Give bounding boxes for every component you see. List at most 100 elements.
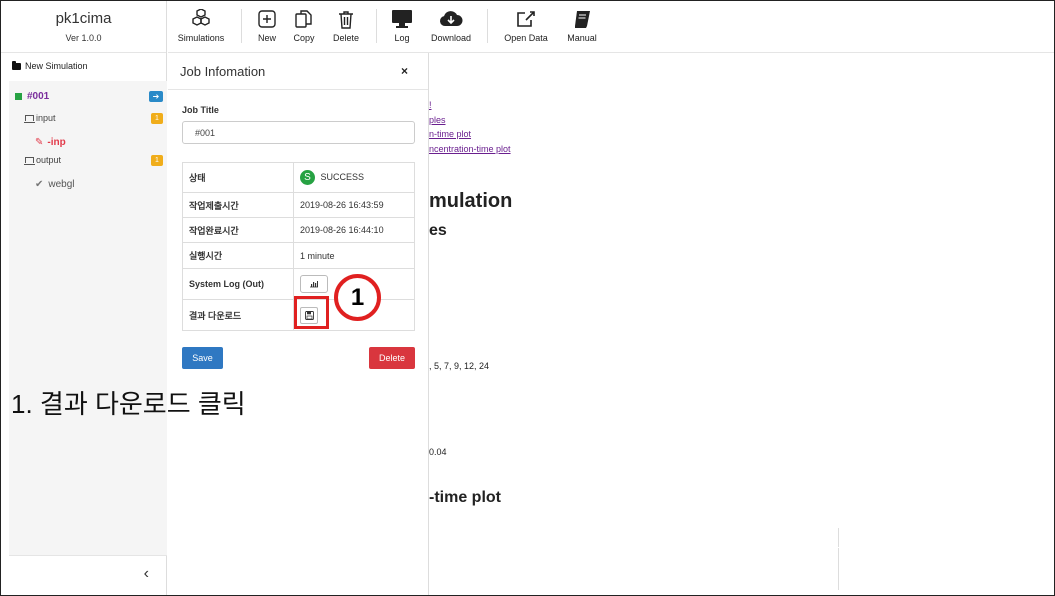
- step-number: 1: [350, 283, 365, 311]
- background-links: ! ples n-time plot ncentration-time plot: [429, 98, 511, 156]
- toolbar: Simulations New Copy Delete Log Download: [168, 1, 1054, 53]
- background-plot-heading: -time plot: [429, 489, 501, 506]
- delete-button[interactable]: Delete: [369, 347, 415, 369]
- grid-line: [610, 528, 611, 590]
- grid-line: [475, 528, 476, 590]
- tree-item-output[interactable]: output 1: [9, 150, 167, 170]
- instruction-text: 1. 결과 다운로드 클릭: [11, 389, 246, 419]
- copy-label: Copy: [293, 33, 315, 43]
- tree-item-input[interactable]: input 1: [9, 108, 167, 128]
- input-file-label: -inp: [47, 136, 66, 148]
- job-info-modal: Job Infomation × Job Title #001 상태 S SUC…: [168, 53, 429, 595]
- output-file-label: webgl: [48, 178, 75, 190]
- cubes-icon: [176, 9, 226, 29]
- toolbar-divider: [241, 9, 242, 43]
- cloud-download-icon: [428, 9, 474, 29]
- tree-item-output-file[interactable]: ✔ webgl: [9, 174, 167, 194]
- grid-line: [745, 528, 746, 590]
- table-row: 실행시간 1 minute: [182, 242, 415, 269]
- copy-button[interactable]: Copy: [288, 9, 320, 43]
- log-label: Log: [394, 33, 410, 43]
- background-link[interactable]: ples: [429, 113, 511, 128]
- job-tree: #001 ➔ input 1 ✎ -inp output 1 ✔ webgl: [9, 81, 167, 555]
- background-heading: mulation: [429, 190, 513, 212]
- table-row: 작업완료시간 2019-08-26 16:44:10: [182, 217, 415, 243]
- background-link[interactable]: ncentration-time plot: [429, 142, 511, 157]
- new-button[interactable]: New: [252, 9, 282, 43]
- system-log-key: System Log (Out): [182, 268, 294, 300]
- output-label: output: [36, 155, 62, 165]
- delete-toolbar-label: Delete: [332, 33, 359, 43]
- complete-time-key: 작업완료시간: [182, 217, 294, 243]
- share-icon: [502, 9, 550, 29]
- arrow-right-icon[interactable]: ➔: [149, 90, 163, 102]
- input-count-badge: 1: [151, 112, 163, 124]
- background-link[interactable]: n-time plot: [429, 127, 511, 142]
- manual-label: Manual: [567, 33, 597, 43]
- laptop-icon: [24, 157, 35, 165]
- save-button[interactable]: Save: [182, 347, 223, 369]
- modal-title: Job Infomation: [180, 63, 266, 79]
- app-title: pk1cima: [55, 10, 112, 27]
- new-label: New: [257, 33, 276, 43]
- sidebar-collapse-button[interactable]: ‹: [9, 555, 167, 591]
- brand: pk1cima Ver 1.0.0: [1, 1, 166, 53]
- download-label: Download: [430, 33, 472, 43]
- bar-chart-icon: [310, 281, 318, 288]
- status-value-cell: S SUCCESS: [293, 162, 415, 193]
- table-row: 작업제출시간 2019-08-26 16:43:59: [182, 192, 415, 218]
- open-data-button[interactable]: Open Data: [502, 9, 550, 43]
- job-label: #001: [27, 90, 50, 102]
- new-simulation-label: New Simulation: [25, 61, 88, 71]
- table-row: 상태 S SUCCESS: [182, 162, 415, 193]
- open-data-label: Open Data: [504, 33, 548, 43]
- job-status-icon: [15, 92, 22, 100]
- grid-line: [565, 528, 566, 590]
- monitor-icon: [388, 9, 416, 29]
- simulations-button[interactable]: Simulations: [176, 9, 226, 43]
- toolbar-divider: [376, 9, 377, 43]
- submit-time-key: 작업제출시간: [182, 192, 294, 218]
- check-icon: ✔: [35, 178, 44, 190]
- plot-area: [429, 528, 839, 590]
- grid-line: [700, 528, 701, 590]
- download-highlight-box: [294, 296, 329, 329]
- new-simulation-button[interactable]: New Simulation: [1, 53, 166, 79]
- trash-icon: [329, 9, 363, 29]
- edit-icon: ✎: [35, 136, 44, 148]
- complete-time-value: 2019-08-26 16:44:10: [293, 217, 415, 243]
- app-version: Ver 1.0.0: [65, 33, 102, 43]
- book-icon: [564, 9, 600, 29]
- background-text: , 5, 7, 9, 12, 24: [429, 361, 490, 371]
- background-text: 0.04: [429, 447, 447, 457]
- run-time-value: 1 minute: [293, 242, 415, 269]
- grid-line: [520, 528, 521, 590]
- success-status-icon: S: [300, 170, 315, 185]
- delete-toolbar-button[interactable]: Delete: [329, 9, 363, 43]
- job-title-input[interactable]: #001: [182, 121, 415, 144]
- step-number-marker: 1: [334, 274, 381, 321]
- download-button[interactable]: Download: [428, 9, 474, 43]
- tree-item-input-file[interactable]: ✎ -inp: [9, 132, 167, 152]
- result-download-key: 결과 다운로드: [182, 299, 294, 331]
- chevron-left-icon: ‹: [143, 564, 149, 582]
- log-button[interactable]: Log: [388, 9, 416, 43]
- submit-time-value: 2019-08-26 16:43:59: [293, 192, 415, 218]
- modal-header: Job Infomation ×: [168, 53, 428, 90]
- status-value: SUCCESS: [320, 171, 365, 182]
- manual-button[interactable]: Manual: [564, 9, 600, 43]
- close-icon[interactable]: ×: [401, 64, 408, 78]
- grid-line: [790, 528, 791, 590]
- grid-line: [429, 547, 839, 548]
- simulations-label: Simulations: [177, 33, 225, 43]
- background-subheading: es: [429, 222, 447, 239]
- background-link[interactable]: !: [429, 98, 511, 113]
- folder-icon: [12, 60, 21, 70]
- copy-icon: [288, 9, 320, 29]
- plus-square-icon: [252, 9, 282, 29]
- job-title-label: Job Title: [182, 105, 219, 115]
- tree-item-job[interactable]: #001 ➔: [9, 86, 167, 106]
- system-log-button[interactable]: [300, 275, 328, 293]
- grid-line: [655, 528, 656, 590]
- laptop-icon: [24, 115, 35, 123]
